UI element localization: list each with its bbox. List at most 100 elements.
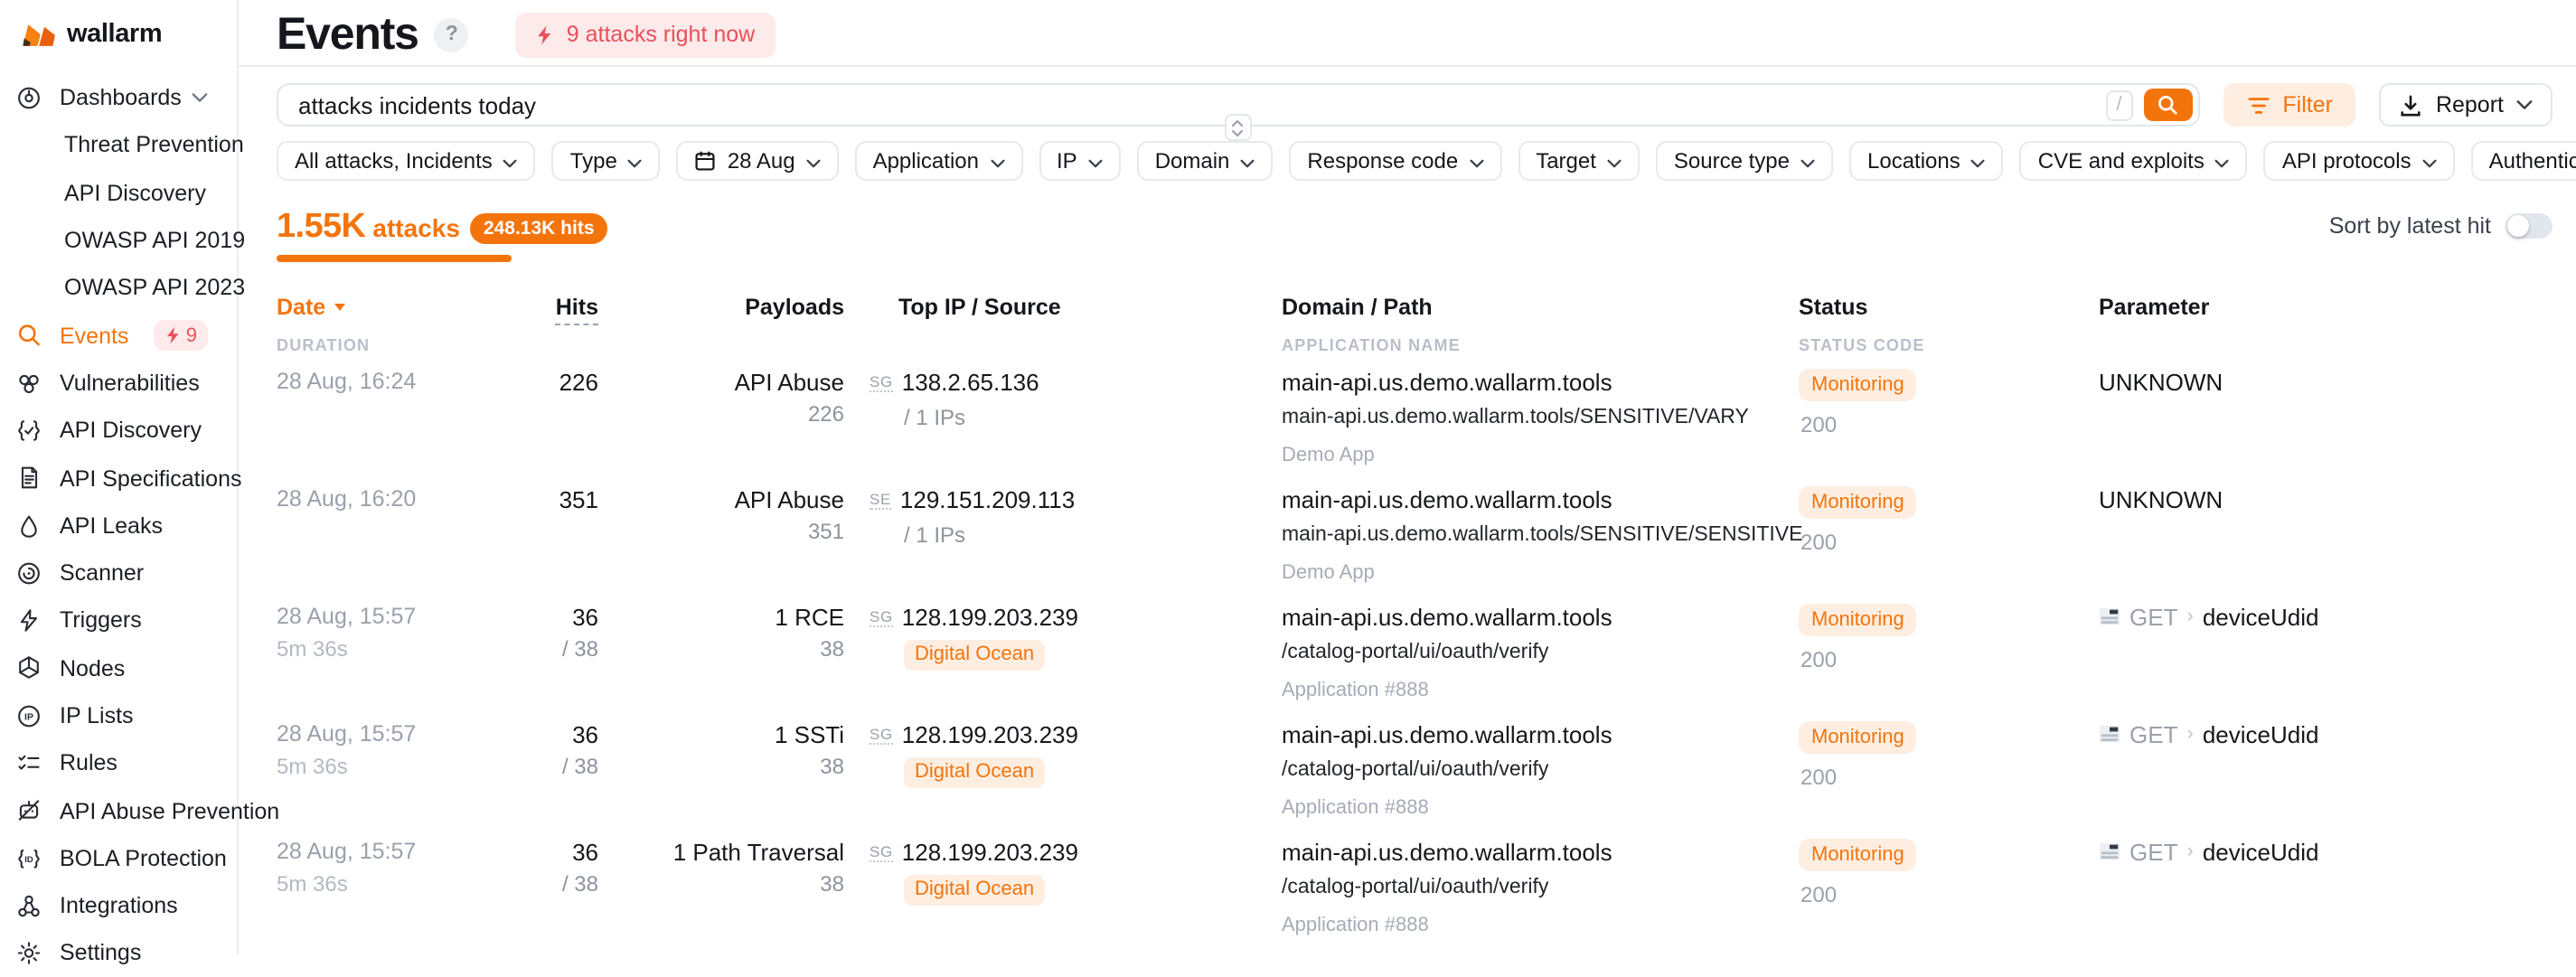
source-line: SG 138.2.65.136: [870, 366, 1282, 400]
source-ips-count: / 1 IPs: [870, 520, 1282, 550]
filter-chip-locations[interactable]: Locations: [1849, 141, 2004, 181]
sort-by-latest-hit: Sort by latest hit: [2329, 213, 2552, 239]
hits-value: 226: [551, 366, 598, 397]
source-type-badge: Digital Ocean: [904, 874, 1045, 905]
source-line: SG128.199.203.239: [870, 601, 1282, 635]
filter-chip-authentication[interactable]: Authentication: [2471, 141, 2576, 181]
status-code: 200: [1799, 764, 2099, 789]
source-ip: 128.199.203.239: [902, 720, 1078, 747]
nodes-icon: [16, 654, 42, 681]
filter-chip-api-protocols[interactable]: API protocols: [2264, 141, 2455, 181]
event-row[interactable]: 28 Aug, 15:575m 36s36/ 381 Path Traversa…: [277, 823, 2552, 941]
cell-hits: 36/ 38: [551, 719, 598, 823]
filter-chip-label: Locations: [1867, 148, 1960, 174]
attacks-unit: attacks: [372, 213, 460, 242]
source-ip: 138.2.65.136: [902, 368, 1039, 395]
event-row[interactable]: 28 Aug, 16:20351API Abuse351SE129.151.20…: [277, 471, 2552, 588]
sidebar-item-dashboards[interactable]: Dashboards: [16, 74, 237, 122]
filter-chip-target[interactable]: Target: [1518, 141, 1640, 181]
svg-text:IP: IP: [24, 711, 33, 722]
download-icon: [2400, 93, 2423, 117]
status-code: 200: [1799, 881, 2099, 907]
domain: main-api.us.demo.wallarm.tools: [1282, 836, 1799, 867]
help-icon[interactable]: ?: [435, 17, 469, 52]
filter-chip-cve-and-exploits[interactable]: CVE and exploits: [2020, 141, 2248, 181]
event-duration: 5m 36s: [277, 751, 551, 782]
filter-chip-all-attacks-incidents[interactable]: All attacks, Incidents: [277, 141, 536, 181]
cell-domain-path: main-api.us.demo.wallarm.tools/catalog-p…: [1282, 719, 1799, 823]
cell-source: SG128.199.203.239Digital Ocean: [844, 719, 1282, 823]
sidebar-item-settings[interactable]: Settings: [16, 930, 237, 977]
titlebar: Events ? 9 attacks right now: [239, 0, 2576, 67]
filter-chip-ip[interactable]: IP: [1039, 141, 1121, 181]
event-row[interactable]: 28 Aug, 15:5711m 35s551 SQLiSG128.199.20…: [277, 941, 2552, 954]
brand-name: wallarm: [67, 20, 162, 49]
sidebar-item-label: Scanner: [60, 560, 144, 586]
column-date[interactable]: Date DURATION: [277, 290, 551, 353]
column-hits: Hits: [551, 290, 598, 353]
sidebar-item-owasp-api-2019[interactable]: OWASP API 2019: [16, 217, 237, 265]
sort-toggle[interactable]: [2505, 213, 2552, 239]
parameter-name: deviceUdid: [2203, 719, 2319, 749]
sidebar-item-owasp-api-2023[interactable]: OWASP API 2023: [16, 264, 237, 312]
status-badge: Monitoring: [1799, 603, 1917, 635]
scanner-icon: [16, 559, 42, 587]
column-duration: DURATION: [277, 335, 551, 353]
cell-parameter: UNKNOWN: [2099, 484, 2552, 588]
sidebar-item-integrations[interactable]: Integrations: [16, 882, 237, 930]
filter-chip-application[interactable]: Application: [855, 141, 1022, 181]
sidebar-item-events[interactable]: Events9: [16, 312, 237, 360]
cell-payloads: 1 Path Traversal38: [598, 836, 844, 941]
chevron-down-icon: [192, 92, 208, 103]
sidebar-item-api-discovery[interactable]: API Discovery: [16, 407, 237, 455]
cell-date: 28 Aug, 15:575m 36s: [277, 719, 551, 823]
main-content: Events ? 9 attacks right now / Filter: [239, 0, 2576, 954]
filter-chip-domain[interactable]: Domain: [1137, 141, 1274, 181]
parameter-value: UNKNOWN: [2099, 484, 2223, 514]
sidebar-item-rules[interactable]: Rules: [16, 739, 237, 787]
attacks-alert-badge[interactable]: 9 attacks right now: [516, 12, 775, 57]
sidebar-item-threat-prevention[interactable]: Threat Prevention: [16, 122, 237, 170]
column-domain-path: Domain / Path APPLICATION NAME: [1282, 290, 1799, 353]
wallarm-logo[interactable]: wallarm: [16, 18, 237, 51]
filter-chip-response-code[interactable]: Response code: [1289, 141, 1501, 181]
triggers-icon: [16, 607, 42, 634]
sidebar-item-vulnerabilities[interactable]: Vulnerabilities: [16, 360, 237, 408]
filter-chip-type[interactable]: Type: [552, 141, 661, 181]
rules-icon: [16, 750, 42, 777]
sidebar-item-ip-lists[interactable]: IPIP Lists: [16, 692, 237, 740]
filter-chip-label: All attacks, Incidents: [295, 148, 493, 174]
sidebar-item-api-specifications[interactable]: API Specifications: [16, 455, 237, 503]
country-code: SG: [870, 606, 893, 626]
filter-chip-source-type[interactable]: Source type: [1656, 141, 1833, 181]
sidebar-attacks-badge: 9: [154, 320, 208, 351]
domain: main-api.us.demo.wallarm.tools: [1282, 366, 1799, 397]
event-row[interactable]: 28 Aug, 15:575m 36s36/ 381 SSTi38SG128.1…: [277, 706, 2552, 823]
sidebar-item-api-leaks[interactable]: API Leaks: [16, 502, 237, 550]
event-date: 28 Aug, 15:57: [277, 836, 551, 867]
sidebar-item-api-abuse-prevention[interactable]: API Abuse Prevention: [16, 787, 237, 835]
column-application-name: APPLICATION NAME: [1282, 335, 1799, 353]
filter-button[interactable]: Filter: [2223, 83, 2356, 127]
search-expand-handle[interactable]: [1225, 114, 1252, 141]
domain: main-api.us.demo.wallarm.tools: [1282, 719, 1799, 749]
hits-value: 36: [551, 836, 598, 867]
filter-chip-28-aug[interactable]: 28 Aug: [677, 141, 839, 181]
sidebar-item-triggers[interactable]: Triggers: [16, 597, 237, 645]
event-row[interactable]: 28 Aug, 15:575m 36s36/ 381 RCE38SG128.19…: [277, 588, 2552, 706]
search-button[interactable]: [2143, 89, 2192, 121]
api-abuse-icon: [16, 797, 42, 824]
sidebar-item-bola-protection[interactable]: IDBOLA Protection: [16, 835, 237, 883]
chevron-down-icon: [1800, 148, 1815, 174]
country-code: SG: [870, 371, 893, 391]
parameter-location-icon: [2099, 841, 2120, 862]
sidebar-item-label: API Discovery: [64, 180, 206, 205]
sidebar-item-api-discovery[interactable]: API Discovery: [16, 169, 237, 217]
search-input[interactable]: [278, 91, 2105, 118]
cell-date: 28 Aug, 15:575m 36s: [277, 601, 551, 706]
sidebar-item-scanner[interactable]: Scanner: [16, 550, 237, 597]
bola-icon: ID: [16, 845, 42, 872]
report-button[interactable]: Report: [2380, 83, 2552, 127]
sidebar-item-nodes[interactable]: Nodes: [16, 644, 237, 692]
event-row[interactable]: 28 Aug, 16:24226API Abuse226SG138.2.65.1…: [277, 353, 2552, 471]
